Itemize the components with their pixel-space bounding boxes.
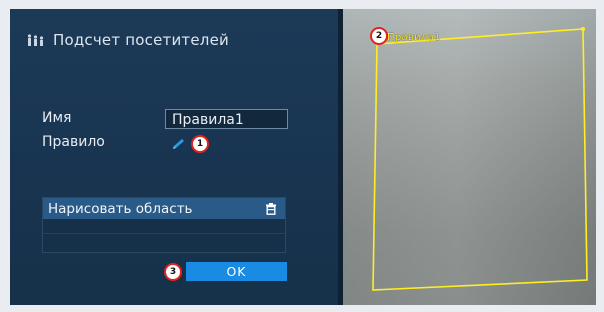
people-counting-icon — [27, 34, 44, 46]
panel-header: Подсчет посетителей — [27, 31, 229, 49]
annotation-badge-2: 2 — [370, 27, 388, 45]
ok-button[interactable]: OK — [186, 262, 287, 281]
pencil-icon[interactable] — [171, 137, 187, 151]
dvr-screen: Подсчет посетителей Имя Правила1 Правило… — [10, 9, 596, 305]
zone-outline[interactable] — [372, 28, 588, 291]
video-preview[interactable]: 2 Правила1 — [343, 9, 596, 305]
rule-label: Правило — [42, 134, 105, 150]
zone-handle[interactable] — [581, 27, 585, 31]
zone-label: Правила1 — [387, 32, 441, 43]
annotation-badge-1: 1 — [191, 135, 209, 153]
draw-area-row[interactable] — [43, 219, 285, 234]
draw-area-header: Нарисовать область — [43, 198, 285, 219]
annotation-badge-3: 3 — [164, 263, 182, 281]
name-label: Имя — [42, 110, 72, 126]
draw-area-title: Нарисовать область — [48, 200, 193, 217]
draw-area-list: Нарисовать область — [42, 197, 286, 253]
page-title: Подсчет посетителей — [53, 31, 229, 49]
rule-name-input[interactable]: Правила1 — [165, 109, 288, 129]
settings-panel: Подсчет посетителей Имя Правила1 Правило… — [10, 9, 338, 305]
trash-icon[interactable] — [265, 202, 277, 215]
detection-zone[interactable] — [343, 9, 596, 305]
